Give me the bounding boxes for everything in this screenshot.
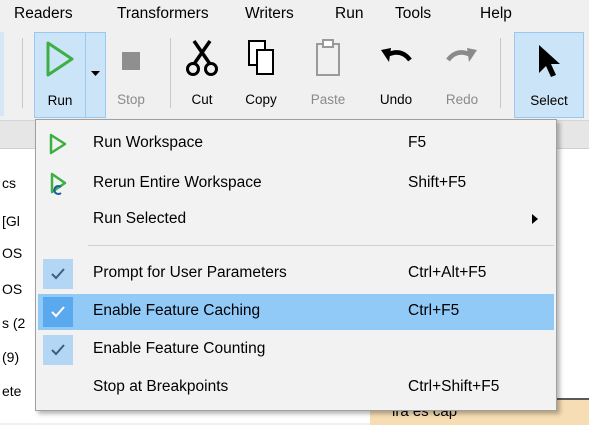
menu-item-label: Stop at Breakpoints — [93, 378, 229, 395]
checkmark-box — [43, 297, 73, 327]
run-icon — [46, 41, 74, 77]
menu-bar: Readers Transformers Writers Run Tools H… — [0, 0, 589, 30]
menu-run[interactable]: Run — [335, 5, 363, 23]
rerun-icon — [50, 172, 67, 195]
checkmark-icon — [51, 268, 65, 280]
menu-readers[interactable]: Readers — [14, 5, 73, 23]
menu-item-label: Run Selected — [93, 210, 187, 227]
redo-icon — [446, 48, 477, 62]
menu-item-shortcut: F5 — [408, 134, 427, 151]
list-item[interactable]: OS — [2, 281, 22, 297]
caret-down-icon — [91, 71, 100, 76]
undo-icon — [381, 48, 412, 62]
undo-label: Undo — [379, 92, 413, 107]
scissors-icon — [186, 40, 218, 76]
run-dropdown-button[interactable] — [86, 32, 106, 118]
menu-item-enable-feature-caching[interactable]: Enable Feature Caching Ctrl+F5 — [38, 294, 554, 330]
select-button[interactable]: Select — [514, 32, 584, 118]
cut-label: Cut — [191, 92, 213, 107]
menu-transformers[interactable]: Transformers — [117, 5, 209, 23]
stop-button[interactable]: Stop — [110, 32, 152, 118]
menu-item-shortcut: Shift+F5 — [408, 174, 467, 191]
menu-item-prompt-for-user-parameters[interactable]: Prompt for User Parameters Ctrl+Alt+F5 — [38, 256, 554, 292]
submenu-arrow-icon — [532, 214, 538, 224]
menu-item-label: Enable Feature Counting — [93, 340, 266, 357]
checkmark-box — [43, 335, 73, 365]
cursor-arrow-icon — [539, 45, 560, 77]
redo-label: Redo — [445, 92, 479, 107]
stop-label: Stop — [117, 92, 145, 107]
list-item[interactable]: cs — [2, 175, 16, 191]
copy-button[interactable]: Copy — [236, 32, 286, 118]
menu-item-rerun-entire-workspace[interactable]: Rerun Entire Workspace Shift+F5 — [38, 166, 554, 202]
checkmark-icon — [51, 344, 65, 356]
paste-button[interactable]: Paste — [303, 32, 353, 118]
copy-icon — [248, 40, 274, 75]
menu-separator — [88, 245, 554, 246]
cut-button[interactable]: Cut — [180, 32, 224, 118]
toolbar-separator — [170, 38, 171, 108]
menu-item-run-selected[interactable]: Run Selected — [38, 202, 554, 238]
run-dropdown-menu: Run Workspace F5 Rerun Entire Workspace … — [35, 119, 557, 411]
menu-item-label: Run Workspace — [93, 134, 203, 151]
list-item[interactable]: (9) — [2, 349, 19, 365]
menu-item-label: Enable Feature Caching — [93, 302, 261, 319]
menu-item-shortcut: Ctrl+Alt+F5 — [408, 264, 487, 281]
menu-help[interactable]: Help — [480, 5, 512, 23]
menu-item-stop-at-breakpoints[interactable]: Stop at Breakpoints Ctrl+Shift+F5 — [38, 370, 554, 406]
clipboard-icon — [316, 39, 340, 76]
menu-item-enable-feature-counting[interactable]: Enable Feature Counting — [38, 332, 554, 368]
navigator-panel: cs [Gl OS OS s (2 (9) ete — [0, 149, 36, 423]
menu-item-run-workspace[interactable]: Run Workspace F5 — [38, 126, 554, 162]
list-item[interactable]: [Gl — [2, 213, 20, 229]
menu-item-shortcut: Ctrl+F5 — [408, 302, 460, 319]
toolbar-separator — [500, 38, 501, 108]
list-item[interactable]: ete — [2, 383, 21, 399]
toolbar: Run Stop Cut Copy Paste Undo Redo Select — [0, 30, 589, 121]
toolbar-separator — [22, 38, 23, 108]
run-label: Run — [47, 93, 73, 108]
menu-item-label: Prompt for User Parameters — [93, 264, 287, 281]
stop-icon — [122, 52, 140, 70]
menu-tools[interactable]: Tools — [395, 5, 431, 23]
run-icon — [49, 133, 67, 155]
menu-item-shortcut: Ctrl+Shift+F5 — [408, 378, 500, 395]
checkmark-icon — [51, 306, 65, 318]
checkmark-box — [43, 259, 73, 289]
list-item[interactable]: s (2 — [2, 315, 25, 331]
paste-label: Paste — [310, 92, 346, 107]
menu-writers[interactable]: Writers — [245, 5, 294, 23]
copy-label: Copy — [245, 92, 277, 107]
run-button[interactable]: Run — [34, 32, 86, 118]
toolbar-edge — [0, 32, 4, 116]
undo-button[interactable]: Undo — [372, 32, 420, 118]
list-item[interactable]: OS — [2, 245, 22, 261]
menu-item-label: Rerun Entire Workspace — [93, 174, 262, 191]
redo-button[interactable]: Redo — [438, 32, 486, 118]
select-label: Select — [530, 93, 568, 108]
